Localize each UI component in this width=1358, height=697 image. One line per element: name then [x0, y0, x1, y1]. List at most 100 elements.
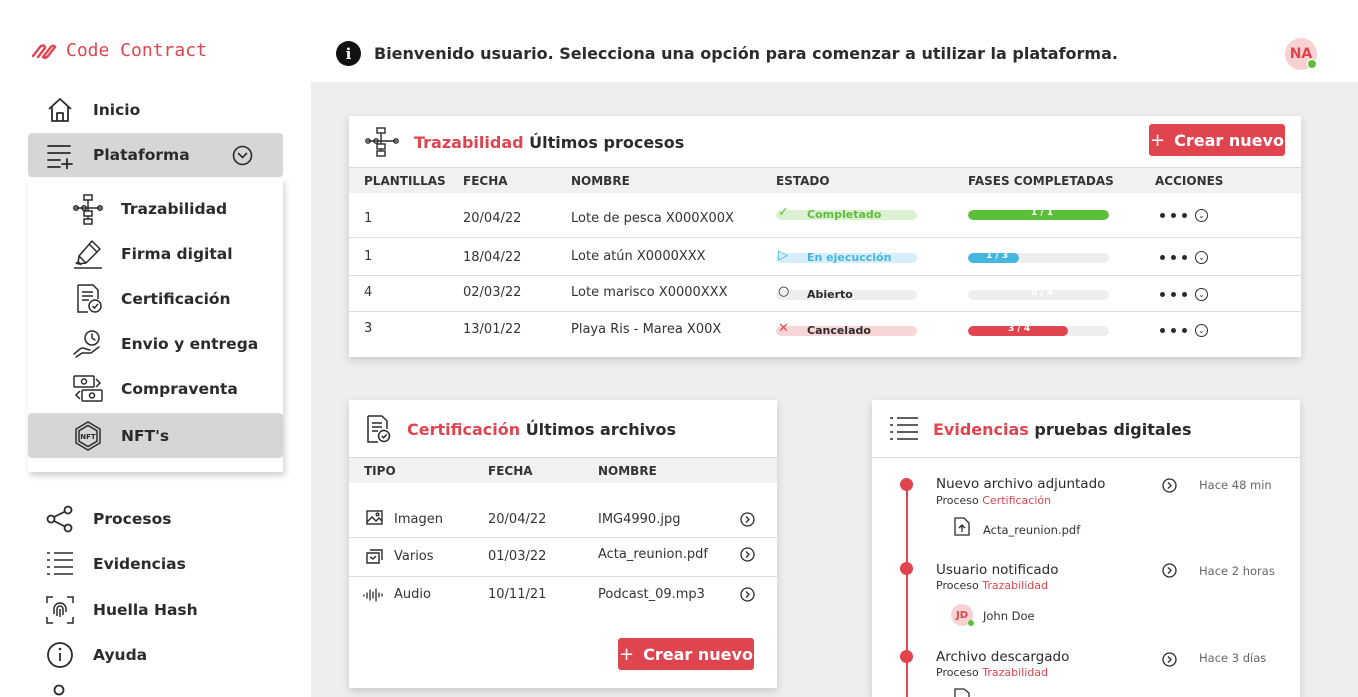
table-row[interactable]: Audio 10/11/21 Podcast_09.mp3	[349, 577, 777, 615]
submenu-item-label: Compraventa	[121, 379, 238, 398]
plus-icon: +	[619, 643, 635, 665]
divider	[872, 457, 1300, 458]
process-prefix: Proceso	[936, 579, 979, 592]
card-title: Certificación Últimos archivos	[365, 414, 676, 444]
submenu-item-envio-entrega[interactable]: Envio y entrega	[28, 321, 283, 366]
column-header: Tipo	[364, 464, 396, 478]
chevron-right-icon[interactable]	[1162, 563, 1177, 578]
flow-icon	[73, 193, 103, 225]
submenu-item-label: NFT's	[121, 426, 170, 445]
welcome-text: Bienvenido usuario. Selecciona una opció…	[374, 44, 1118, 63]
brand-logo[interactable]: Code Contract	[30, 40, 207, 61]
list-add-icon	[47, 145, 73, 169]
event-time: Hace 48 min	[1199, 478, 1272, 492]
flow-icon	[365, 127, 399, 157]
more-icon[interactable]	[1160, 328, 1187, 333]
home-icon	[48, 98, 72, 122]
file-icon	[954, 688, 970, 697]
more-icon[interactable]	[1160, 292, 1187, 297]
certificacion-card: Certificación Últimos archivos Tipo Fech…	[349, 400, 777, 688]
certificate-icon	[77, 283, 102, 313]
sidebar-item-evidencias[interactable]: Evidencias	[28, 542, 283, 586]
table-row[interactable]: 4 02/03/22 Lote marisco X0000XXX ○ Abier…	[349, 276, 1301, 312]
chevron-right-icon[interactable]	[1162, 478, 1177, 493]
column-header: Fecha	[463, 174, 508, 188]
phase-progress: 3 / 4	[968, 326, 1109, 336]
button-label: Crear nuevo	[643, 644, 753, 664]
table-row[interactable]: 1 18/04/22 Lote atún X0000XXX ▷ En ejecu…	[349, 238, 1301, 276]
avatar-initials: JD	[955, 609, 969, 621]
button-label: Crear nuevo	[1174, 130, 1284, 150]
create-file-button[interactable]: + Crear nuevo	[618, 638, 754, 670]
create-process-button[interactable]: + Crear nuevo	[1149, 124, 1285, 156]
table-row[interactable]: Imagen 20/04/22 IMG4990.jpg	[349, 500, 777, 538]
profile-icon[interactable]	[52, 684, 66, 697]
file-upload-icon	[954, 517, 970, 536]
submenu-item-firma-digital[interactable]: Firma digital	[28, 231, 283, 276]
submenu-item-label: Firma digital	[121, 244, 233, 263]
status-label: Abierto	[807, 288, 853, 301]
chevron-right-icon[interactable]	[740, 512, 755, 527]
chevron-right-icon[interactable]	[740, 587, 755, 602]
cell-date: 02/03/22	[463, 285, 522, 300]
event-process: Proceso Trazabilidad	[936, 666, 1048, 679]
sidebar-item-label: Procesos	[93, 510, 172, 528]
user-avatar[interactable]: NA	[1285, 38, 1317, 70]
sidebar-item-inicio[interactable]: Inicio	[28, 88, 283, 132]
nft-icon: NFT	[75, 420, 101, 451]
fingerprint-icon	[46, 596, 74, 624]
chevron-down-icon[interactable]: ⌄	[1195, 324, 1208, 337]
chevron-down-icon[interactable]: ⌄	[1195, 288, 1208, 301]
status-badge: ✕ Cancelado	[776, 321, 917, 337]
row-actions: ⌄	[1160, 209, 1208, 222]
cell-date: 20/04/22	[463, 211, 522, 226]
more-icon[interactable]	[1160, 255, 1187, 260]
event-title: Usuario notificado	[936, 562, 1059, 578]
title-rest: pruebas digitales	[1034, 419, 1192, 439]
check-icon: ✓	[778, 205, 789, 220]
cell-name: IMG4990.jpg	[598, 512, 681, 527]
chevron-down-icon[interactable]: ⌄	[1195, 251, 1208, 264]
submenu-item-compraventa[interactable]: Compraventa	[28, 366, 283, 411]
chevron-down-icon[interactable]: ⌄	[1195, 209, 1208, 222]
status-badge: ○ Abierto	[776, 284, 917, 301]
chevron-right-icon[interactable]	[1162, 652, 1177, 667]
circle-icon: ○	[778, 284, 790, 299]
avatar-initials: NA	[1289, 46, 1313, 62]
sidebar-item-ayuda[interactable]: Ayuda	[28, 633, 283, 677]
submenu-item-nfts[interactable]: NFT NFT's	[28, 413, 283, 458]
cell-name: Lote de pesca X000X00X	[571, 211, 734, 226]
more-icon[interactable]	[1160, 213, 1187, 218]
cell-date: 18/04/22	[463, 250, 522, 265]
sidebar-item-procesos[interactable]: Procesos	[28, 497, 283, 541]
plus-icon: +	[1150, 129, 1166, 151]
info-circle-icon	[47, 642, 73, 668]
chevron-down-icon[interactable]	[232, 145, 253, 166]
process-name: Trazabilidad	[982, 666, 1048, 679]
sidebar-item-huella-hash[interactable]: Huella Hash	[28, 588, 283, 632]
sidebar-item-label: Inicio	[93, 101, 141, 119]
user-avatar-small: JD	[951, 604, 974, 626]
progress-label: 1 / 3	[986, 253, 1009, 261]
submenu-item-certificacion[interactable]: Certificación	[28, 276, 283, 321]
submenu-item-trazabilidad[interactable]: Trazabilidad	[28, 186, 283, 231]
attachment-name[interactable]: Acta_reunion.pdf	[983, 523, 1080, 537]
chevron-right-icon[interactable]	[740, 547, 755, 562]
sidebar-item-plataforma[interactable]: Plataforma	[28, 133, 283, 177]
timeline-dot	[900, 478, 913, 491]
cell-date: 01/03/22	[488, 549, 547, 564]
phase-progress: 1 / 3	[968, 253, 1109, 263]
column-header: Plantillas	[364, 174, 446, 188]
cell-name: Lote marisco X0000XXX	[571, 285, 728, 300]
list-icon	[47, 552, 73, 575]
timeline-dot	[900, 562, 913, 575]
certificate-icon	[367, 415, 391, 443]
table-row[interactable]: Varios 01/03/22 Acta_reunion.pdf	[349, 538, 777, 577]
user-name[interactable]: John Doe	[983, 609, 1035, 623]
status-label: Cancelado	[807, 324, 871, 337]
table-row[interactable]: 1 20/04/22 Lote de pesca X000X00X ✓ Comp…	[349, 193, 1301, 238]
table-header: Plantillas Fecha Nombre Estado Fases com…	[349, 167, 1301, 193]
table-row[interactable]: 3 13/01/22 Playa Ris - Marea X00X ✕ Canc…	[349, 312, 1301, 357]
process-prefix: Proceso	[936, 494, 979, 507]
cell-name: Acta_reunion.pdf	[598, 547, 708, 562]
